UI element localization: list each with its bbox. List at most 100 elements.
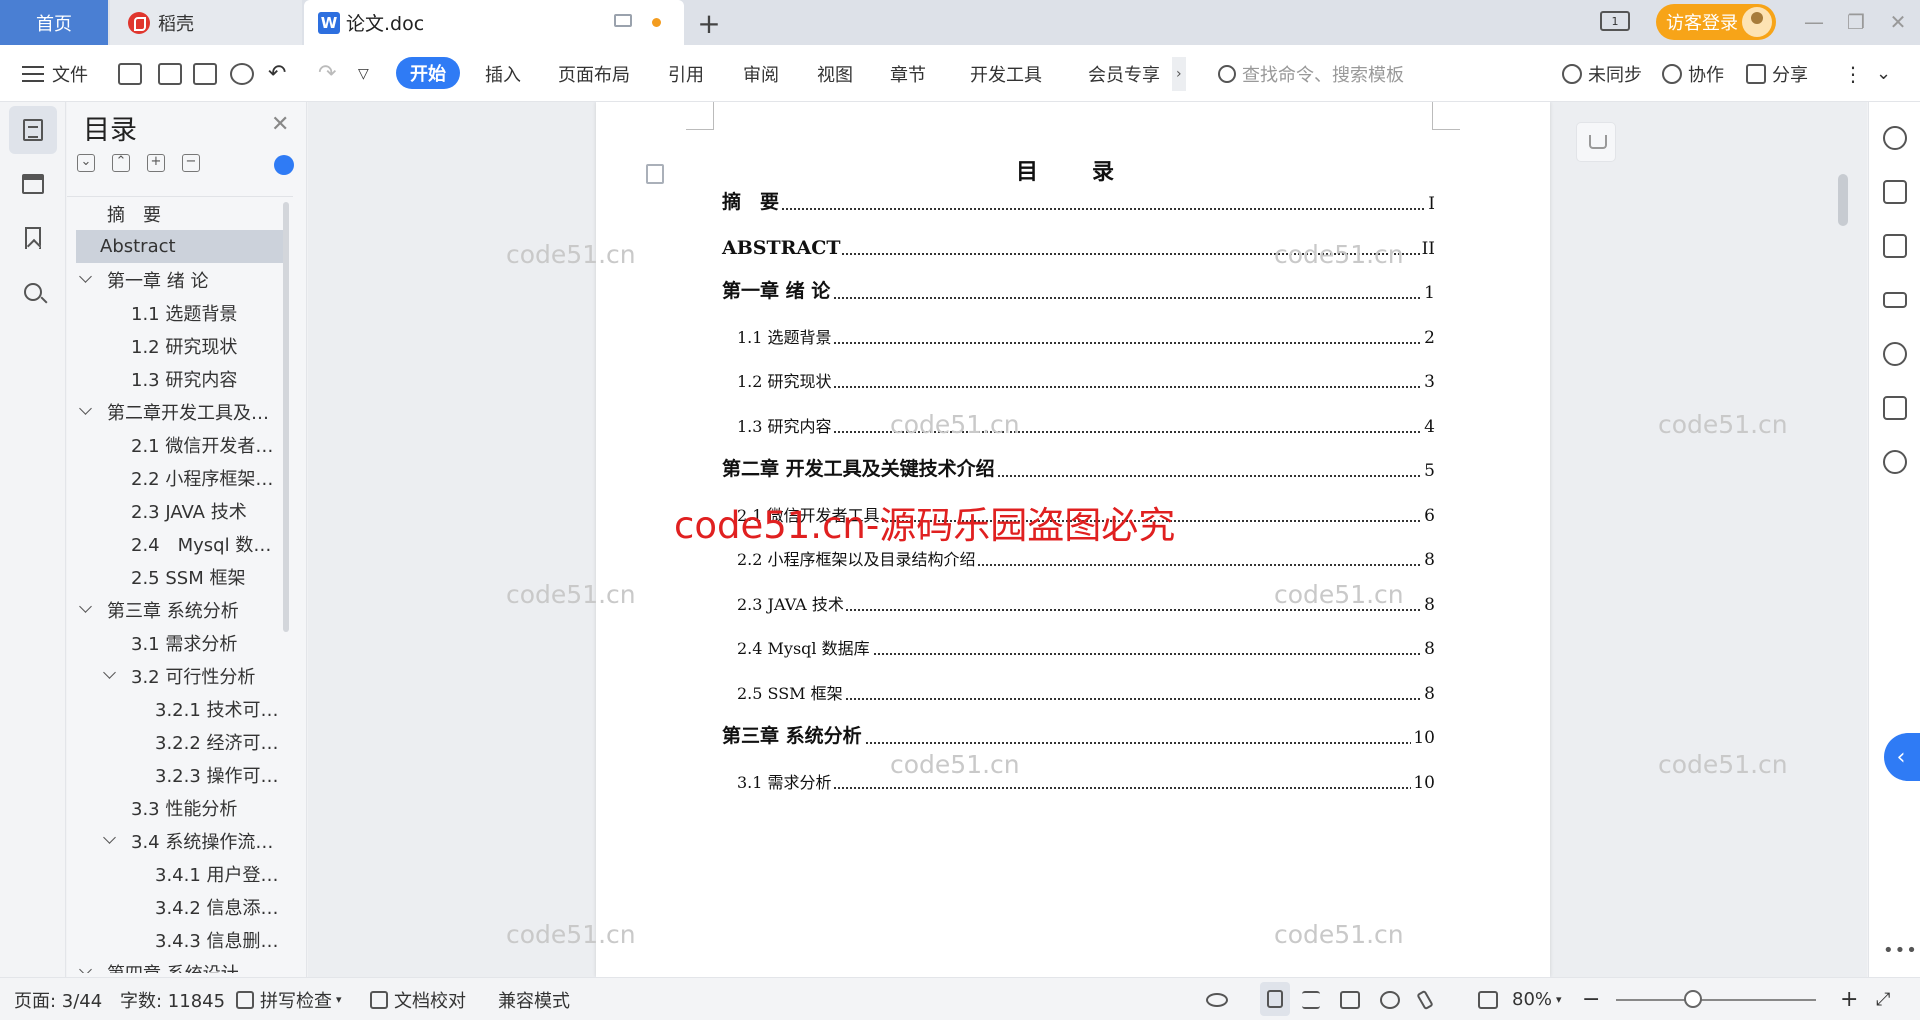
zoom-slider[interactable] <box>1616 999 1816 1001</box>
tab-developer[interactable]: 开发工具 <box>970 45 1042 102</box>
close-icon[interactable]: ✕ <box>271 112 289 137</box>
toc-item[interactable]: 2.4 Mysql 数… <box>67 527 293 560</box>
toc-item[interactable]: 第四章 系统设计 <box>67 956 293 973</box>
customize-toolbar-button[interactable]: ▽ <box>358 45 369 102</box>
toc-item[interactable]: 1.3 研究内容 <box>67 362 293 395</box>
find-button[interactable] <box>9 268 57 316</box>
pen-icon[interactable] <box>1883 180 1907 204</box>
toc-item[interactable]: 1.2 研究现状 <box>67 329 293 362</box>
toc-item[interactable]: 3.4.1 用户登… <box>67 857 293 890</box>
document-toc-entry[interactable]: 2.4 Mysql 数据库 8 <box>596 633 1550 663</box>
toc-item[interactable]: 3.4 系统操作流… <box>67 824 293 857</box>
rocket-icon[interactable] <box>1883 126 1907 150</box>
visitor-login-button[interactable]: 访客登录 <box>1656 4 1776 40</box>
more-options-button[interactable]: ⋮ <box>1843 45 1863 102</box>
export-button[interactable] <box>158 45 182 102</box>
fit-page-button[interactable] <box>1478 978 1498 1020</box>
toc-sync-icon[interactable] <box>274 155 294 175</box>
toc-item[interactable]: 3.2.1 技术可… <box>67 692 293 725</box>
tab-home[interactable]: 首页 <box>0 0 108 45</box>
tab-start[interactable]: 开始 <box>396 57 460 89</box>
spell-check-button[interactable]: 拼写检查 ▾ <box>236 978 342 1020</box>
toc-item[interactable]: 1.1 选题背景 <box>67 296 293 329</box>
toc-item[interactable]: 第一章 绪 论 <box>67 263 293 296</box>
word-count[interactable]: 字数: 11845 <box>120 978 225 1020</box>
collaborate-button[interactable]: 协作 <box>1662 45 1724 102</box>
redo-button[interactable]: ↷ <box>318 45 336 102</box>
toc-item[interactable]: 3.4.2 信息添… <box>67 890 293 923</box>
sync-status-button[interactable]: 未同步 <box>1562 45 1642 102</box>
more-icon[interactable]: ••• <box>1883 940 1918 961</box>
toc-item[interactable]: 第二章开发工具及… <box>67 395 293 428</box>
zoom-out-button[interactable]: − <box>1582 978 1600 1020</box>
undo-button[interactable]: ↶ <box>268 45 286 102</box>
toc-item[interactable]: 第三章 系统分析 <box>67 593 293 626</box>
outline-view-button[interactable] <box>9 160 57 208</box>
share-button[interactable]: 分享 <box>1746 45 1808 102</box>
toc-item[interactable]: 3.3 性能分析 <box>67 791 293 824</box>
tab-view[interactable]: 视图 <box>817 45 853 102</box>
write-mode-button[interactable] <box>1416 978 1434 1020</box>
document-toc-entry[interactable]: 1.2 研究现状 3 <box>596 366 1550 396</box>
tab-page-layout[interactable]: 页面布局 <box>558 45 630 102</box>
outline-view-button[interactable] <box>1302 978 1320 1020</box>
toc-item[interactable]: 2.2 小程序框架… <box>67 461 293 494</box>
toc-item[interactable]: 摘 要 <box>67 197 293 230</box>
toc-view-button[interactable] <box>9 106 57 154</box>
tab-references[interactable]: 引用 <box>668 45 704 102</box>
zoom-in-button[interactable]: + <box>1840 978 1858 1020</box>
tab-daoke[interactable]: 稻壳 <box>110 0 302 45</box>
cursor-icon[interactable] <box>1883 234 1907 258</box>
toc-item[interactable]: 3.4.3 信息删… <box>67 923 293 956</box>
toc-item[interactable]: 2.1 微信开发者… <box>67 428 293 461</box>
tab-document[interactable]: W 论文.doc <box>304 0 684 45</box>
new-tab-button[interactable]: + <box>692 6 726 40</box>
add-heading-icon[interactable]: + <box>147 154 165 172</box>
scrollbar-thumb[interactable] <box>1838 174 1848 226</box>
document-toc-entry[interactable]: 第三章 系统分析 10 <box>596 721 1550 752</box>
page-indicator[interactable]: 页面: 3/44 <box>14 978 102 1020</box>
document-toc-entry[interactable]: 第二章 开发工具及关键技术介绍 5 <box>596 454 1550 485</box>
settings-sliders-icon[interactable] <box>1883 292 1907 308</box>
document-toc-entry[interactable]: 2.5 SSM 框架 8 <box>596 678 1550 708</box>
save-button[interactable] <box>118 45 142 102</box>
document-toc-entry[interactable]: 摘 要I <box>596 187 1550 218</box>
toc-item[interactable]: 3.2 可行性分析 <box>67 659 293 692</box>
close-window-button[interactable]: ✕ <box>1886 10 1910 34</box>
page-view-button[interactable] <box>1260 982 1290 1016</box>
document-toc-entry[interactable]: 3.1 需求分析 10 <box>596 767 1550 797</box>
collapse-up-icon[interactable]: ⌃ <box>112 154 130 172</box>
eye-protection-button[interactable] <box>1206 978 1228 1020</box>
tab-member[interactable]: 会员专享 <box>1088 45 1160 102</box>
screen-icon[interactable] <box>614 14 632 27</box>
restore-button[interactable]: ❐ <box>1844 10 1868 34</box>
window-layout-icon[interactable]: 1 <box>1600 11 1630 31</box>
document-toc-entry[interactable]: 1.3 研究内容 4 <box>596 411 1550 441</box>
document-toc-entry[interactable]: ABSTRACT II <box>596 233 1550 263</box>
toc-item[interactable]: Abstract <box>76 230 288 263</box>
vertical-scrollbar[interactable] <box>1832 102 1854 977</box>
proofread-button[interactable]: 文档校对 <box>370 978 466 1020</box>
document-toc-entry[interactable]: 1.1 选题背景 2 <box>596 322 1550 352</box>
print-preview-button[interactable] <box>230 45 254 102</box>
print-button[interactable] <box>193 45 217 102</box>
command-search[interactable]: 查找命令、搜索模板 <box>1218 45 1404 102</box>
file-menu-button[interactable]: 文件 <box>22 45 88 102</box>
document-toc-entry[interactable]: 第一章 绪 论 1 <box>596 276 1550 307</box>
expand-down-icon[interactable]: ⌄ <box>77 154 95 172</box>
toc-item[interactable]: 3.2.2 经济可… <box>67 725 293 758</box>
remove-heading-icon[interactable]: − <box>182 154 200 172</box>
help-icon[interactable] <box>1883 342 1907 366</box>
filter-icon[interactable] <box>1576 122 1616 162</box>
toc-item[interactable]: 3.2.3 操作可… <box>67 758 293 791</box>
minimize-button[interactable]: — <box>1802 10 1826 34</box>
more-tabs-button[interactable]: › <box>1172 57 1186 91</box>
toc-item[interactable]: 2.5 SSM 框架 <box>67 560 293 593</box>
tab-chapter[interactable]: 章节 <box>890 45 926 102</box>
bookmark-view-button[interactable] <box>9 214 57 262</box>
tab-insert[interactable]: 插入 <box>485 45 521 102</box>
zoom-slider-knob[interactable] <box>1684 990 1702 1008</box>
tab-review[interactable]: 审阅 <box>743 45 779 102</box>
toc-scrollbar[interactable] <box>283 202 289 632</box>
toc-item[interactable]: 2.3 JAVA 技术 <box>67 494 293 527</box>
